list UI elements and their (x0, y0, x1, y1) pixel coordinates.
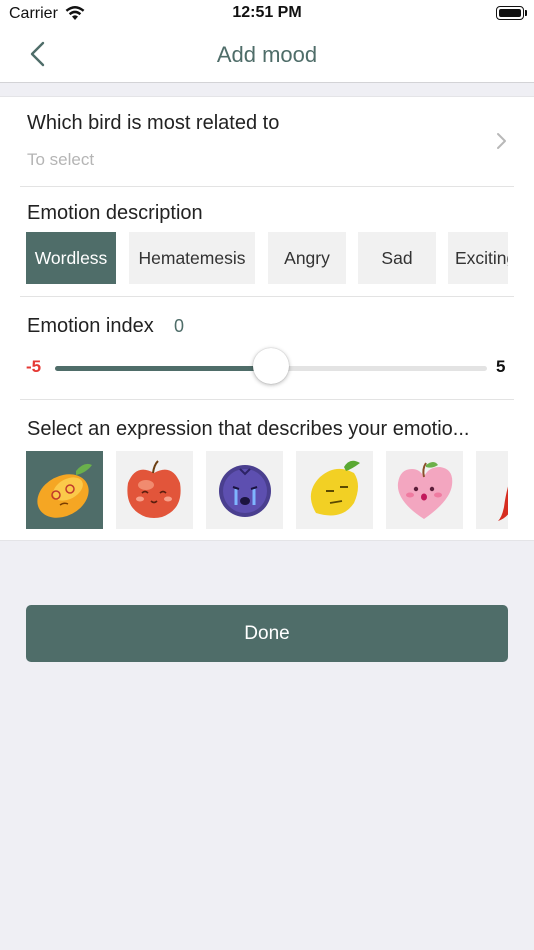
tag-sad[interactable]: Sad (358, 232, 436, 284)
divider (20, 296, 514, 297)
battery-icon (496, 6, 524, 20)
peach-heart-face-icon (397, 462, 453, 519)
tag-exciting[interactable]: Exciting (448, 232, 508, 284)
emotion-slider-fill (55, 366, 271, 371)
bird-question-label: Which bird is most related to (27, 112, 280, 134)
slider-min-label: -5 (26, 357, 42, 376)
mood-form: Which bird is most related to To select … (0, 96, 534, 541)
blueberry-face-icon (219, 465, 271, 517)
mango-face-icon (37, 463, 92, 518)
chili-face-icon (498, 486, 508, 521)
expression-option[interactable] (476, 451, 508, 529)
nav-bar: Add mood (0, 30, 534, 83)
expression-option[interactable] (116, 451, 193, 529)
lemon-face-icon (310, 460, 360, 516)
emotion-tag-list: Wordless Hematemesis Angry Sad Exciting (26, 232, 508, 284)
emotion-index-value: 0 (174, 316, 185, 336)
expression-label: Select an expression that describes your… (27, 418, 470, 440)
tag-hematemesis[interactable]: Hematemesis (129, 232, 255, 284)
clock: 12:51 PM (232, 4, 302, 21)
done-button[interactable]: Done (26, 605, 508, 662)
apple-face-icon (127, 460, 181, 518)
divider (20, 186, 514, 187)
emotion-description-label: Emotion description (27, 202, 203, 224)
emotion-slider-thumb[interactable] (253, 348, 289, 384)
emotion-index-label: Emotion index (27, 315, 154, 337)
status-bar: Carrier 12:51 PM (0, 0, 534, 30)
chevron-right-icon (494, 131, 508, 156)
expression-list (26, 451, 508, 529)
expression-option[interactable] (296, 451, 373, 529)
expression-option[interactable] (26, 451, 103, 529)
slider-max-label: 5 (496, 357, 506, 376)
expression-option[interactable] (206, 451, 283, 529)
page-title: Add mood (216, 42, 318, 67)
bird-select-row[interactable]: Which bird is most related to To select (0, 97, 534, 186)
expression-option[interactable] (386, 451, 463, 529)
tag-wordless[interactable]: Wordless (26, 232, 116, 284)
bird-select-placeholder: To select (27, 150, 95, 169)
divider (20, 399, 514, 400)
tag-angry[interactable]: Angry (268, 232, 346, 284)
battery-cap (525, 10, 527, 16)
